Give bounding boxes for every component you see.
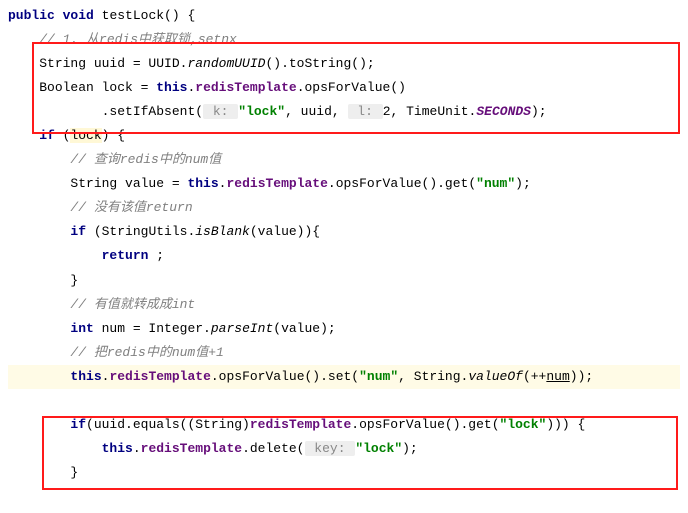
code-text: .delete( bbox=[242, 441, 304, 456]
code-line[interactable]: if(uuid.equals((String)redisTemplate.ops… bbox=[8, 413, 680, 437]
code-text: , uuid, bbox=[285, 104, 347, 119]
method-sig: testLock() { bbox=[94, 8, 195, 23]
code-line[interactable] bbox=[8, 389, 680, 413]
code-text: ) { bbox=[102, 128, 125, 143]
code-line[interactable]: String uuid = UUID.randomUUID().toString… bbox=[8, 52, 680, 76]
keyword-this: this bbox=[187, 176, 218, 191]
code-text: ); bbox=[531, 104, 547, 119]
brace: } bbox=[70, 465, 78, 480]
static-call: parseInt bbox=[211, 321, 273, 336]
variable-mutated: num bbox=[546, 369, 569, 384]
keyword-this: this bbox=[156, 80, 187, 95]
code-text: (value); bbox=[273, 321, 335, 336]
code-text: (++ bbox=[523, 369, 546, 384]
number: 2 bbox=[383, 104, 391, 119]
code-line[interactable]: int num = Integer.parseInt(value); bbox=[8, 317, 680, 341]
code-text: ().toString(); bbox=[265, 56, 374, 71]
keyword-this: this bbox=[70, 369, 101, 384]
code-line[interactable]: Boolean lock = this.redisTemplate.opsFor… bbox=[8, 76, 680, 100]
field: redisTemplate bbox=[226, 176, 327, 191]
code-text: .opsForValue() bbox=[297, 80, 406, 95]
comment: // 有值就转成成int bbox=[70, 297, 195, 312]
code-line[interactable]: return ; bbox=[8, 244, 680, 268]
string: "num" bbox=[476, 176, 515, 191]
keyword-if: if bbox=[70, 224, 86, 239]
constant: SECONDS bbox=[476, 104, 531, 119]
code-text: .setIfAbsent( bbox=[39, 104, 203, 119]
keyword-int: int bbox=[70, 321, 93, 336]
keyword-public: public bbox=[8, 8, 55, 23]
code-text: .opsForValue().get( bbox=[328, 176, 476, 191]
code-text: ); bbox=[515, 176, 531, 191]
code-text: Boolean lock = bbox=[39, 80, 156, 95]
keyword-this: this bbox=[102, 441, 133, 456]
static-call: valueOf bbox=[468, 369, 523, 384]
string: "lock" bbox=[355, 441, 402, 456]
code-line[interactable]: // 没有该值return bbox=[8, 196, 680, 220]
string: "lock" bbox=[500, 417, 547, 432]
code-text: ; bbox=[148, 248, 164, 263]
code-text: (value)){ bbox=[250, 224, 320, 239]
comment: // 没有该值return bbox=[70, 200, 192, 215]
static-call: isBlank bbox=[195, 224, 250, 239]
keyword-return: return bbox=[102, 248, 149, 263]
code-text: (StringUtils. bbox=[86, 224, 195, 239]
code-text: )); bbox=[570, 369, 593, 384]
field: redisTemplate bbox=[250, 417, 351, 432]
code-line[interactable]: .setIfAbsent( k: "lock", uuid, l: 2, Tim… bbox=[8, 100, 680, 124]
param-hint: k: bbox=[203, 104, 238, 119]
code-text: String uuid = UUID. bbox=[39, 56, 187, 71]
field: redisTemplate bbox=[141, 441, 242, 456]
comment: // 把redis中的num值+1 bbox=[70, 345, 223, 360]
code-text: , TimeUnit. bbox=[391, 104, 477, 119]
param-hint: key: bbox=[305, 441, 356, 456]
code-text: ))) { bbox=[546, 417, 585, 432]
comment: // 1. 从redis中获取锁,setnx bbox=[39, 32, 237, 47]
code-text: . bbox=[133, 441, 141, 456]
code-line[interactable]: String value = this.redisTemplate.opsFor… bbox=[8, 172, 680, 196]
code-text: ); bbox=[402, 441, 418, 456]
keyword-if: if bbox=[70, 417, 86, 432]
code-line[interactable]: // 1. 从redis中获取锁,setnx bbox=[8, 28, 680, 52]
static-call: randomUUID bbox=[187, 56, 265, 71]
code-line[interactable]: public void testLock() { bbox=[8, 4, 680, 28]
string: "lock" bbox=[238, 104, 285, 119]
code-editor[interactable]: public void testLock() { // 1. 从redis中获取… bbox=[8, 4, 680, 485]
field: redisTemplate bbox=[195, 80, 296, 95]
code-text: ( bbox=[55, 128, 71, 143]
code-line[interactable]: this.redisTemplate.opsForValue().set("nu… bbox=[8, 365, 680, 389]
brace: } bbox=[70, 273, 78, 288]
code-text: (uuid.equals((String) bbox=[86, 417, 250, 432]
code-line[interactable]: if (lock) { bbox=[8, 124, 680, 148]
code-line[interactable]: // 有值就转成成int bbox=[8, 293, 680, 317]
code-line[interactable]: // 把redis中的num值+1 bbox=[8, 341, 680, 365]
code-line[interactable]: if (StringUtils.isBlank(value)){ bbox=[8, 220, 680, 244]
code-text: , String. bbox=[398, 369, 468, 384]
keyword-void: void bbox=[63, 8, 94, 23]
string: "num" bbox=[359, 369, 398, 384]
code-line[interactable]: } bbox=[8, 269, 680, 293]
code-text: String value = bbox=[70, 176, 187, 191]
code-text: .opsForValue().set( bbox=[211, 369, 359, 384]
code-line[interactable]: // 查询redis中的num值 bbox=[8, 148, 680, 172]
comment: // 查询redis中的num值 bbox=[70, 152, 221, 167]
code-line[interactable]: } bbox=[8, 461, 680, 485]
code-line[interactable]: this.redisTemplate.delete( key: "lock"); bbox=[8, 437, 680, 461]
keyword-if: if bbox=[39, 128, 55, 143]
code-text: .opsForValue().get( bbox=[351, 417, 499, 432]
variable-highlight: lock bbox=[70, 128, 101, 143]
param-hint: l: bbox=[348, 104, 383, 119]
field: redisTemplate bbox=[109, 369, 210, 384]
code-text: num = Integer. bbox=[94, 321, 211, 336]
